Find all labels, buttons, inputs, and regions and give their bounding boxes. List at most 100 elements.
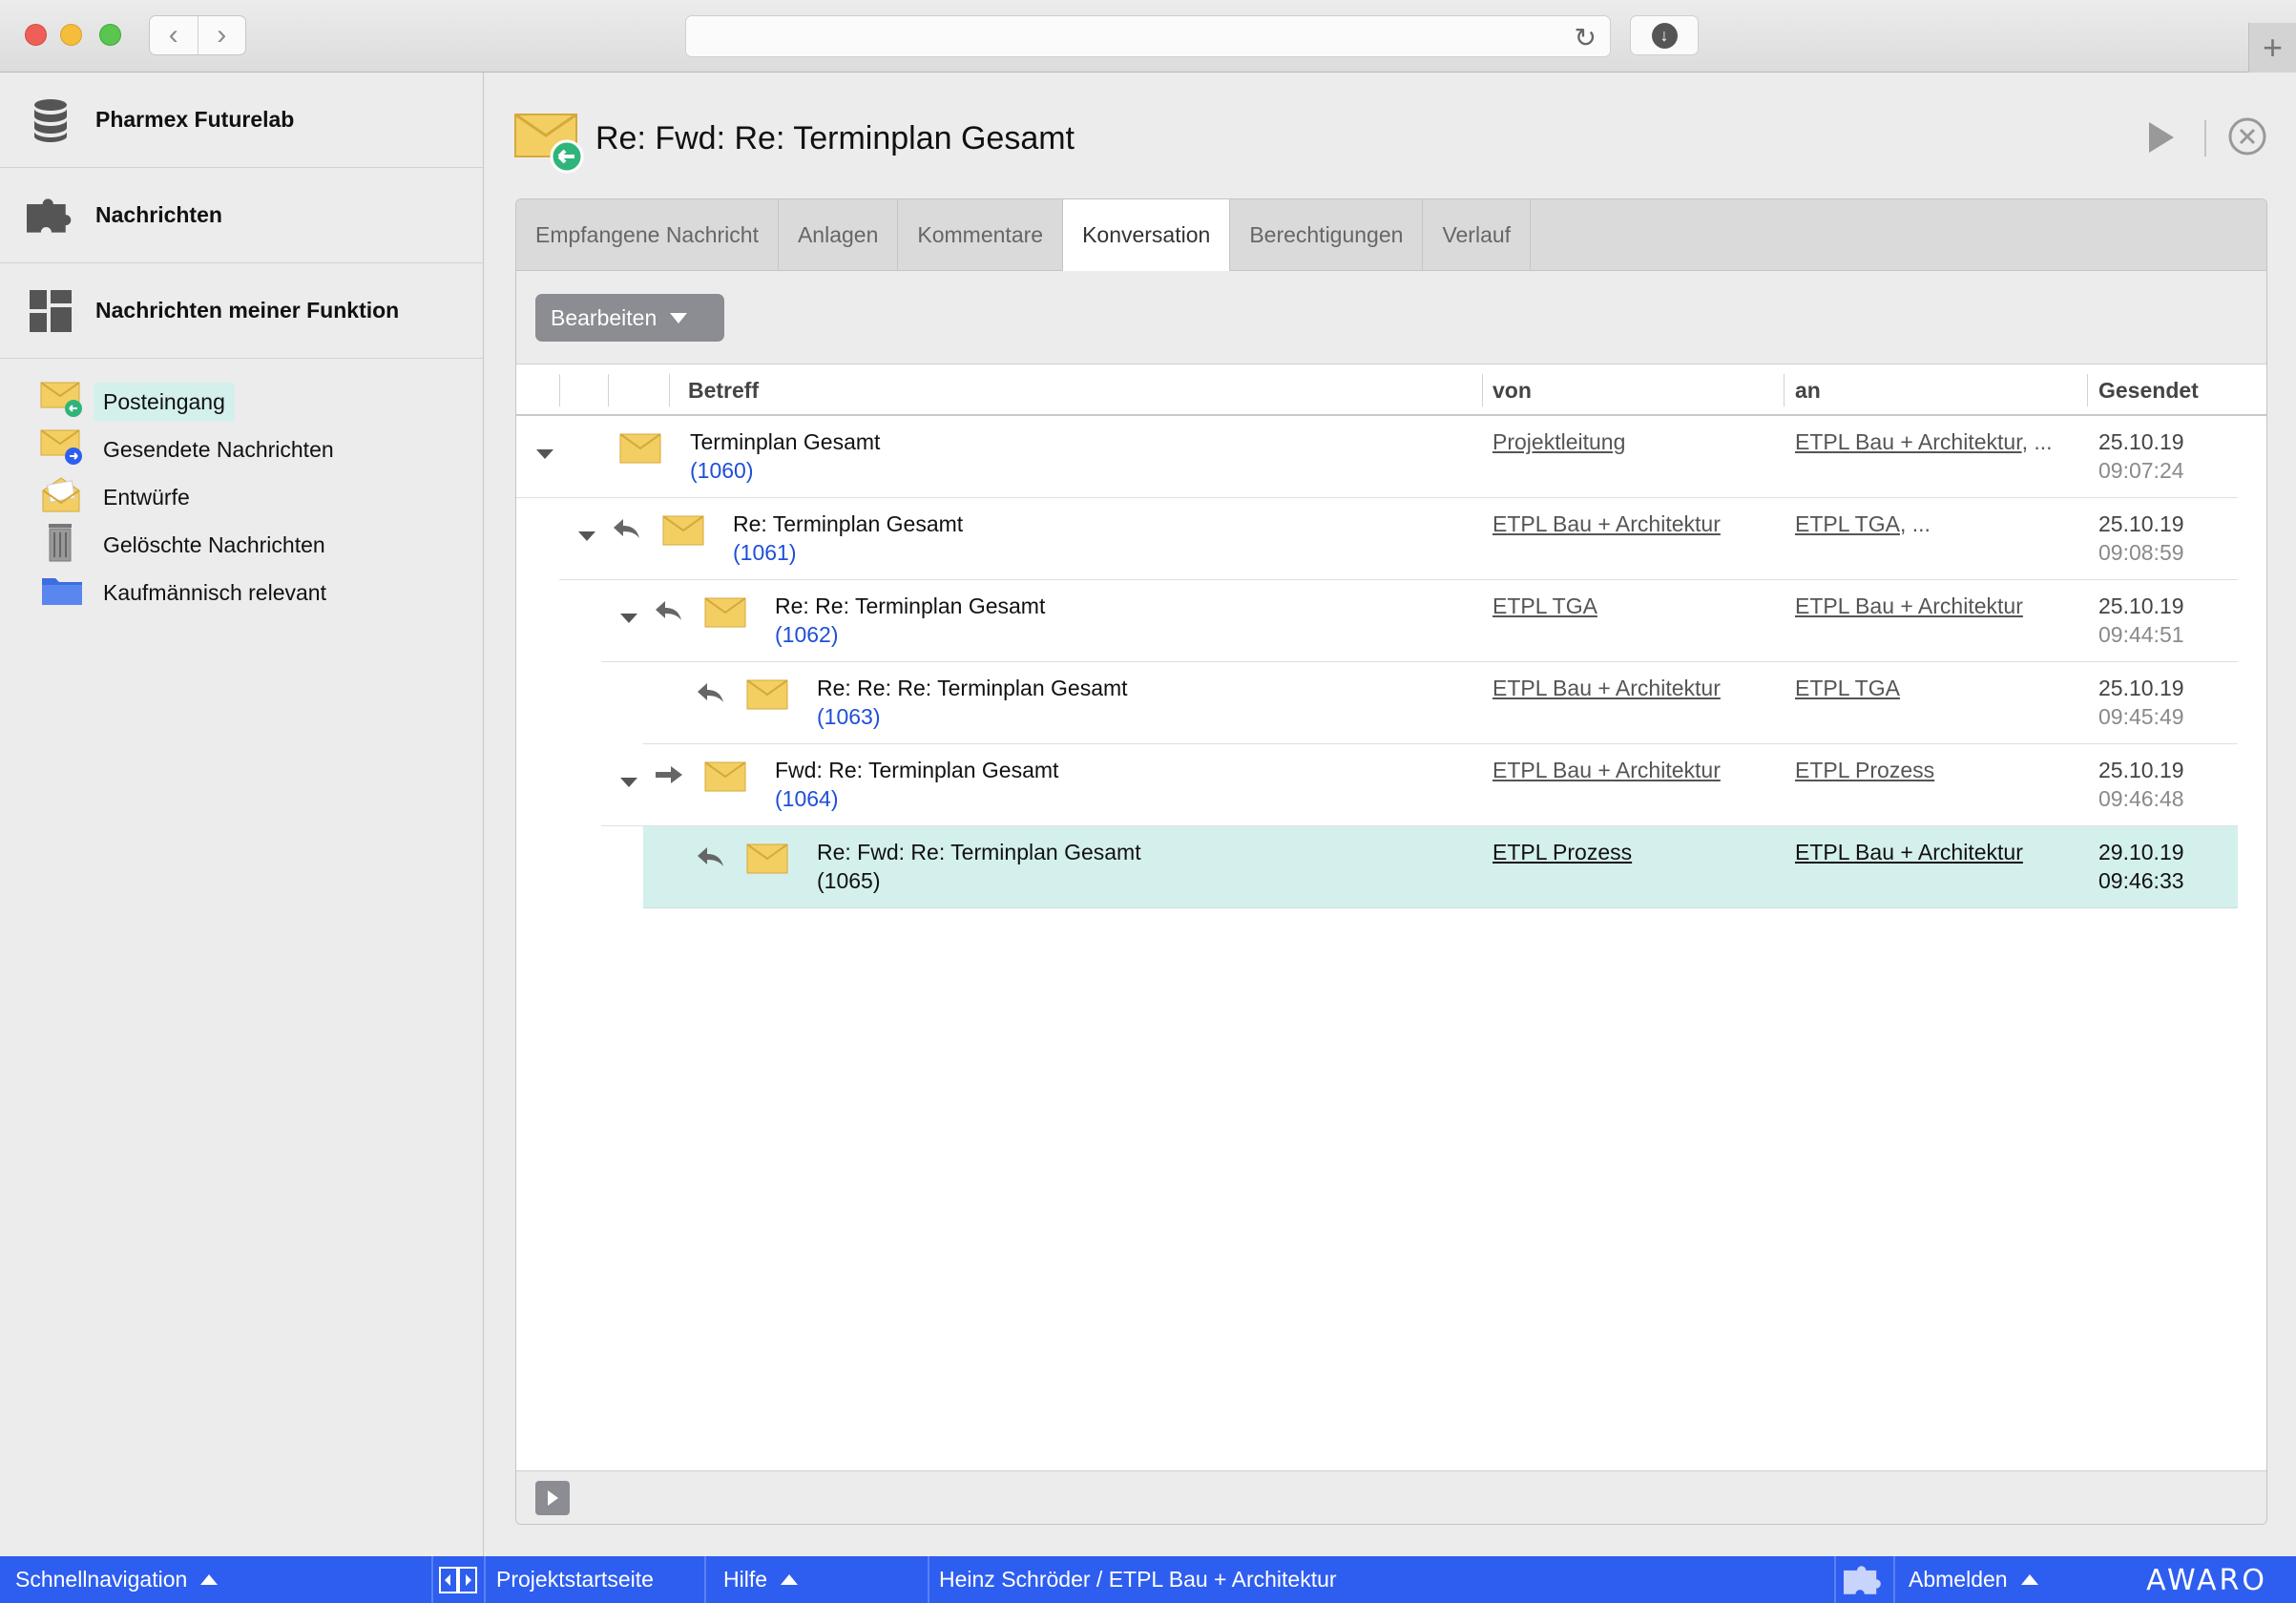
column-header-sent[interactable]: Gesendet: [2098, 378, 2199, 404]
tab-permissions[interactable]: Berechtigungen: [1230, 199, 1424, 271]
edit-dropdown-button[interactable]: Bearbeiten: [535, 294, 724, 342]
bottom-navigation-bar: Schnellnavigation Projektstartseite Hilf…: [0, 1556, 2296, 1603]
column-header-subject[interactable]: Betreff: [688, 378, 759, 404]
column-divider: [2087, 374, 2088, 406]
tab-received-message[interactable]: Empfangene Nachricht: [516, 199, 779, 271]
project-home-link[interactable]: Projektstartseite: [496, 1556, 654, 1603]
row-from[interactable]: Projektleitung: [1492, 429, 1625, 455]
sidebar-section-label: Nachrichten meiner Funktion: [95, 298, 400, 323]
column-divider: [1482, 374, 1483, 406]
column-divider: [608, 374, 609, 406]
recipient-link[interactable]: ETPL TGA: [1795, 676, 1900, 700]
row-from[interactable]: ETPL Bau + Architektur: [1492, 758, 1721, 783]
maximize-window-button[interactable]: [99, 24, 121, 46]
chevron-up-icon: [2020, 1574, 2038, 1585]
table-row[interactable]: Re: Terminplan Gesamt (1061) ETPL Bau + …: [559, 498, 2238, 580]
inbox-icon: [40, 380, 84, 424]
new-tab-button[interactable]: +: [2248, 23, 2296, 73]
recipient-link[interactable]: ETPL Bau + Architektur: [1795, 840, 2023, 864]
toggle-sidebar-button[interactable]: [439, 1556, 477, 1603]
chevron-up-icon: [200, 1574, 219, 1585]
row-number[interactable]: (1064): [775, 786, 838, 812]
recipient-link[interactable]: ETPL Bau + Architektur: [1795, 429, 2022, 454]
back-icon[interactable]: ‹: [150, 16, 198, 54]
tab-conversation[interactable]: Konversation: [1063, 199, 1231, 272]
row-from[interactable]: ETPL Bau + Architektur: [1492, 676, 1721, 701]
row-number[interactable]: (1060): [690, 458, 753, 484]
help-menu-button[interactable]: Hilfe: [723, 1556, 799, 1603]
row-from[interactable]: ETPL TGA: [1492, 593, 1597, 619]
folder-drafts[interactable]: Entwürfe: [0, 473, 483, 521]
expand-panel-button[interactable]: [535, 1481, 570, 1515]
column-divider: [1784, 374, 1785, 406]
sidebar-section-label: Pharmex Futurelab: [95, 107, 295, 132]
collapse-icon[interactable]: [577, 523, 596, 549]
table-row[interactable]: Terminplan Gesamt (1060) Projektleitung …: [516, 416, 2238, 498]
row-time: 09:07:24: [2098, 458, 2184, 483]
recipient-link[interactable]: ETPL TGA: [1795, 511, 1900, 536]
mail-icon: [704, 595, 748, 635]
row-number[interactable]: (1062): [775, 622, 838, 648]
tab-history[interactable]: Verlauf: [1423, 199, 1532, 271]
table-row-selected[interactable]: Re: Fwd: Re: Terminplan Gesamt (1065) ET…: [643, 826, 2238, 908]
row-from[interactable]: ETPL Bau + Architektur: [1492, 511, 1721, 537]
collapse-icon[interactable]: [619, 605, 638, 631]
downloads-button[interactable]: ↓: [1630, 15, 1699, 55]
column-divider: [559, 374, 560, 406]
sidebar-section-function-messages[interactable]: Nachrichten meiner Funktion: [0, 263, 483, 359]
play-icon[interactable]: [2145, 116, 2178, 164]
row-number[interactable]: (1061): [733, 540, 796, 566]
tab-comments[interactable]: Kommentare: [898, 199, 1064, 271]
forward-icon: [654, 763, 684, 792]
panel-toolbar: Bearbeiten: [516, 271, 2266, 364]
logout-button[interactable]: Abmelden: [1909, 1556, 2038, 1603]
row-time: 09:45:49: [2098, 704, 2184, 729]
folder-icon: [40, 571, 84, 614]
divider: [431, 1556, 433, 1603]
folder-sent[interactable]: Gesendete Nachrichten: [0, 426, 483, 473]
sidebar: Pharmex Futurelab Nachrichten Nachrichte…: [0, 73, 484, 1556]
recipient-link[interactable]: ETPL Bau + Architektur: [1795, 593, 2023, 618]
row-subject: Fwd: Re: Terminplan Gesamt: [775, 758, 1059, 782]
tab-bar: Empfangene Nachricht Anlagen Kommentare …: [516, 199, 2266, 272]
tab-attachments[interactable]: Anlagen: [779, 199, 899, 271]
close-window-button[interactable]: [25, 24, 47, 46]
sidebar-section-project[interactable]: Pharmex Futurelab: [0, 73, 483, 168]
edit-label: Bearbeiten: [551, 304, 657, 330]
quick-navigation-button[interactable]: Schnellnavigation: [15, 1556, 219, 1603]
row-subject: Terminplan Gesamt: [690, 429, 881, 454]
row-date: 25.10.19: [2098, 593, 2184, 618]
folder-inbox[interactable]: Posteingang: [0, 378, 483, 426]
address-bar[interactable]: ↻: [685, 15, 1611, 57]
table-row[interactable]: Fwd: Re: Terminplan Gesamt (1064) ETPL B…: [601, 744, 2238, 826]
collapse-icon[interactable]: [619, 769, 638, 795]
column-header-to[interactable]: an: [1795, 378, 1821, 404]
row-to: ETPL TGA, ...: [1795, 511, 1931, 537]
column-header-from[interactable]: von: [1492, 378, 1532, 404]
forward-icon[interactable]: ›: [198, 16, 246, 54]
close-icon[interactable]: [2227, 116, 2267, 162]
row-from[interactable]: ETPL Prozess: [1492, 840, 1632, 865]
sidebar-toggle-icon: [439, 1566, 477, 1593]
minimize-window-button[interactable]: [60, 24, 82, 46]
mail-icon: [746, 842, 790, 882]
folder-label: Posteingang: [94, 382, 235, 422]
table-row[interactable]: Re: Re: Terminplan Gesamt (1062) ETPL TG…: [601, 580, 2238, 662]
folder-label: Entwürfe: [103, 484, 190, 510]
table-header: Betreff von an Gesendet: [516, 364, 2266, 416]
folder-trash[interactable]: Gelöschte Nachrichten: [0, 521, 483, 569]
table-row[interactable]: Re: Re: Re: Terminplan Gesamt (1063) ETP…: [643, 662, 2238, 744]
row-date: 25.10.19: [2098, 511, 2184, 536]
recipient-more: , ...: [1899, 511, 1931, 536]
row-number[interactable]: (1063): [817, 704, 880, 730]
reload-icon[interactable]: ↻: [1575, 22, 1597, 53]
page-title: Re: Fwd: Re: Terminplan Gesamt: [595, 120, 1075, 156]
reply-icon: [696, 845, 726, 874]
recipient-link[interactable]: ETPL Prozess: [1795, 758, 1934, 782]
download-icon: ↓: [1651, 22, 1678, 49]
sidebar-section-messages[interactable]: Nachrichten: [0, 168, 483, 263]
plugins-button[interactable]: [1844, 1556, 1884, 1603]
folder-label: Gelöschte Nachrichten: [103, 531, 325, 557]
collapse-icon[interactable]: [535, 441, 554, 467]
folder-commercial[interactable]: Kaufmännisch relevant: [0, 569, 483, 616]
